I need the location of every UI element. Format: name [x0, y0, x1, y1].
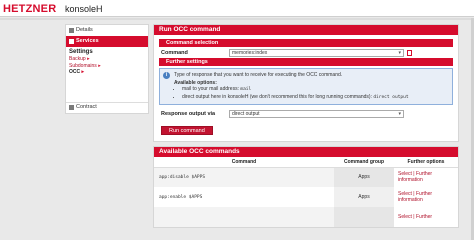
commands-table: Command Command group Further options ap… — [154, 157, 458, 227]
sidebar-item-services[interactable]: Services — [66, 36, 148, 47]
option-text: mail to your mail address — [182, 86, 238, 92]
further-info-link[interactable]: Further — [416, 214, 432, 220]
sidebar: Details Services Settings Backup ▸ Subdo… — [65, 24, 149, 114]
available-commands-panel: Available OCC commands Command Command g… — [153, 146, 459, 228]
response-select[interactable]: direct output ▾ — [229, 109, 404, 118]
response-select-value: direct output — [232, 110, 260, 117]
command-label: Command — [161, 49, 188, 56]
command-cell — [154, 207, 334, 227]
command-cell: app:enable $APPS — [154, 187, 334, 207]
sidebar-item-label: Details — [76, 27, 93, 33]
settings-heading: Settings — [69, 49, 93, 55]
table-header-row: Command Command group Further options — [154, 157, 458, 168]
option-item: direct output here in konsoleH (we don't… — [182, 94, 448, 102]
command-selection-header: Command selection — [159, 39, 453, 47]
plus-box-icon — [69, 28, 74, 33]
table-row: Select | Further — [154, 207, 458, 227]
option-text: direct output here in konsoleH (we don't… — [182, 93, 371, 100]
link-label: Subdomains — [69, 62, 97, 69]
app-name: konsoleH — [65, 4, 103, 14]
sidebar-item-label: Services — [76, 38, 99, 44]
option-item: mail to your mail address: mail — [182, 86, 448, 94]
info-text: Type of response that you want to receiv… — [174, 72, 343, 78]
header-divider — [0, 18, 474, 20]
panel-body: Command selection Command memories:index… — [154, 35, 458, 141]
options-list: mail to your mail address: mail direct o… — [174, 86, 448, 101]
document-icon[interactable] — [407, 49, 412, 56]
main-content: Run OCC command Command selection Comman… — [153, 24, 459, 228]
response-row: Response output via direct output ▾ — [159, 108, 453, 119]
option-code: direct output — [373, 94, 409, 100]
link-label: OCC — [69, 69, 81, 75]
top-bar: HETZNER konsoleH — [0, 0, 474, 17]
link-label: Backup — [69, 56, 86, 62]
sidebar-item-label: Contract — [76, 104, 97, 110]
options-cell: Select | Further — [394, 207, 458, 227]
group-cell: Apps — [334, 187, 394, 207]
table-row: app:enable $APPS Apps Select | Further i… — [154, 187, 458, 207]
command-select[interactable]: memories:index ▾ — [229, 48, 404, 57]
column-header: Command — [154, 157, 334, 168]
group-cell — [334, 207, 394, 227]
panel-title: Run OCC command — [154, 25, 458, 35]
minus-box-icon — [69, 39, 74, 44]
column-header: Further options — [394, 157, 458, 168]
sidebar-item-contract[interactable]: Contract — [66, 101, 148, 113]
panel-title: Available OCC commands — [154, 147, 458, 157]
sidebar-menu: Details Services Settings Backup ▸ Subdo… — [65, 24, 149, 114]
info-icon: i — [163, 72, 170, 79]
select-link[interactable]: Select — [398, 214, 412, 220]
run-occ-panel: Run OCC command Command selection Comman… — [153, 24, 459, 142]
command-select-value: memories:index — [232, 49, 268, 56]
command-cell: app:disable $APPS — [154, 167, 334, 187]
options-cell: Select | Further information — [394, 187, 458, 207]
response-label: Response output via — [161, 110, 216, 117]
sidebar-item-details[interactable]: Details — [66, 25, 148, 36]
option-code: mail — [240, 87, 252, 92]
column-header: Command group — [334, 157, 394, 168]
info-box: i Type of response that you want to rece… — [159, 68, 453, 105]
chevron-down-icon: ▾ — [398, 49, 401, 56]
run-command-button[interactable]: Run command — [161, 126, 213, 135]
table-row: app:disable $APPS Apps Select | Further … — [154, 167, 458, 187]
options-cell: Select | Further information — [394, 167, 458, 187]
further-settings-header: Further settings — [159, 58, 453, 66]
command-row: Command memories:index ▾ — [159, 47, 453, 58]
arrow-right-icon: ▸ — [81, 69, 85, 75]
arrow-right-icon: ▸ — [87, 56, 90, 62]
group-cell: Apps — [334, 167, 394, 187]
plus-box-icon — [69, 105, 74, 110]
chevron-down-icon: ▾ — [398, 110, 401, 117]
arrow-right-icon: ▸ — [98, 62, 101, 69]
hetzner-logo[interactable]: HETZNER — [3, 3, 56, 15]
